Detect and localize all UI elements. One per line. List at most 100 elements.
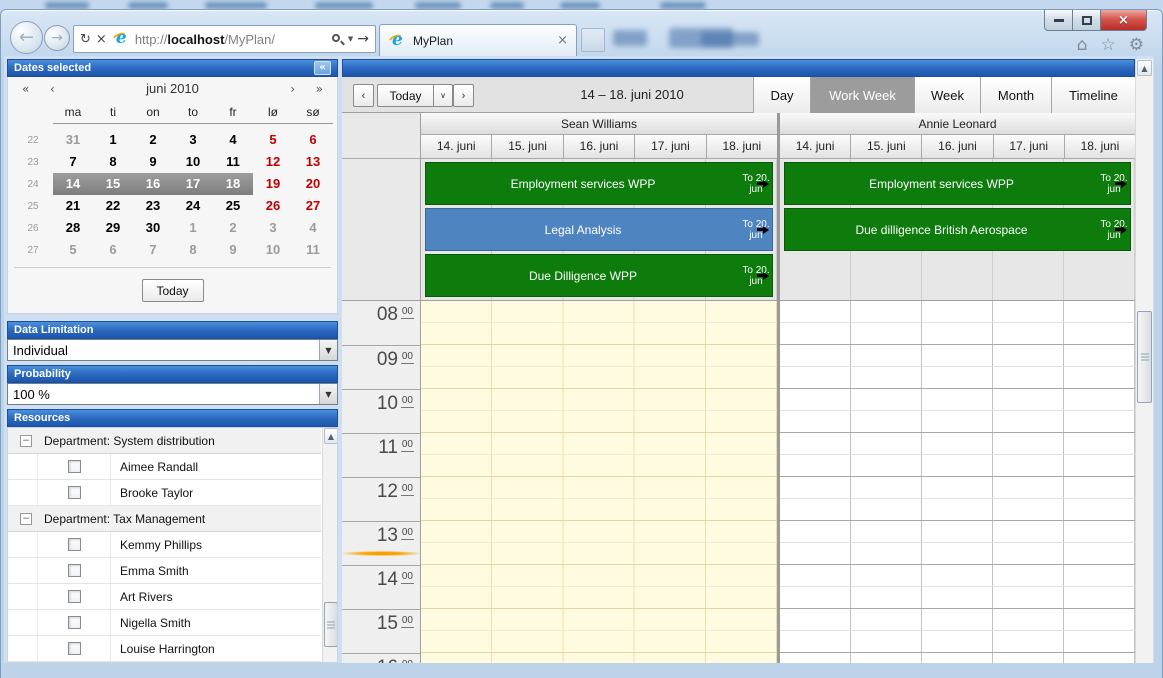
resource-checkbox[interactable]: [68, 486, 81, 499]
calendar-day[interactable]: 6: [93, 239, 133, 261]
calendar-day[interactable]: 11: [293, 239, 333, 261]
day-header[interactable]: 17. juni: [634, 135, 705, 159]
calendar-day[interactable]: 17: [173, 173, 213, 195]
calendar-day[interactable]: 23: [133, 195, 173, 217]
calendar-day[interactable]: 14: [53, 173, 93, 195]
day-header[interactable]: 16. juni: [563, 135, 634, 159]
calendar-today-button[interactable]: Today: [142, 279, 204, 302]
combo-arrow-icon[interactable]: ▼: [319, 384, 337, 404]
resource-checkbox[interactable]: [68, 642, 81, 655]
calendar-day[interactable]: 13: [293, 151, 333, 173]
next-period-button[interactable]: ›: [453, 84, 474, 107]
calendar-day[interactable]: 3: [173, 129, 213, 151]
calendar-day[interactable]: 9: [133, 151, 173, 173]
calendar-day[interactable]: 21: [53, 195, 93, 217]
day-header[interactable]: 17. juni: [993, 135, 1064, 159]
event-bar[interactable]: Legal AnalysisTo 20. jun: [425, 208, 773, 251]
calendar-day[interactable]: 16: [133, 173, 173, 195]
calendar-day[interactable]: 30: [133, 217, 173, 239]
time-grid[interactable]: [421, 301, 777, 663]
back-button[interactable]: ←: [10, 21, 43, 54]
view-tab-month[interactable]: Month: [980, 77, 1051, 113]
day-header[interactable]: 14. juni: [780, 135, 850, 159]
view-tab-day[interactable]: Day: [753, 77, 810, 113]
view-tab-week[interactable]: Week: [914, 77, 980, 113]
calendar-day[interactable]: 8: [173, 239, 213, 261]
calendar-day[interactable]: 27: [293, 195, 333, 217]
calendar-day[interactable]: 7: [133, 239, 173, 261]
time-grid[interactable]: [780, 301, 1135, 663]
calendar-day[interactable]: 2: [213, 217, 253, 239]
view-tab-work-week[interactable]: Work Week: [810, 77, 914, 113]
day-header[interactable]: 14. juni: [421, 135, 491, 159]
calendar-day[interactable]: 12: [253, 151, 293, 173]
search-icon[interactable]: [331, 33, 344, 46]
search-dropdown-icon[interactable]: ▼: [348, 35, 353, 43]
calendar-day[interactable]: 5: [53, 239, 93, 261]
calendar-day[interactable]: 1: [93, 129, 133, 151]
calendar-day[interactable]: 9: [213, 239, 253, 261]
calendar-day[interactable]: 11: [213, 151, 253, 173]
day-header[interactable]: 15. juni: [850, 135, 921, 159]
resource-group-row[interactable]: −Department: Tax Management: [8, 506, 321, 532]
calendar-day[interactable]: 7: [53, 151, 93, 173]
calendar-day[interactable]: 26: [253, 195, 293, 217]
calendar-day[interactable]: 24: [173, 195, 213, 217]
calendar-day[interactable]: 10: [253, 239, 293, 261]
resources-scrollbar[interactable]: ▲: [322, 428, 338, 662]
calendar-day[interactable]: 20: [293, 173, 333, 195]
tab-close-icon[interactable]: ×: [557, 33, 568, 48]
collapse-panel-icon[interactable]: «: [314, 61, 331, 75]
next-month-icon[interactable]: ›: [290, 82, 295, 96]
day-header[interactable]: 16. juni: [921, 135, 992, 159]
resource-checkbox[interactable]: [68, 460, 81, 473]
calendar-day[interactable]: 22: [93, 195, 133, 217]
calendar-day[interactable]: 19: [253, 173, 293, 195]
calendar-day[interactable]: 2: [133, 129, 173, 151]
calendar-day[interactable]: 8: [93, 151, 133, 173]
tree-collapse-icon[interactable]: −: [20, 513, 32, 525]
calendar-day[interactable]: 25: [213, 195, 253, 217]
close-button[interactable]: ×: [1101, 10, 1147, 31]
scroll-up-icon[interactable]: ▲: [1137, 60, 1152, 76]
day-header[interactable]: 15. juni: [491, 135, 562, 159]
calendar-day[interactable]: 3: [253, 217, 293, 239]
resource-checkbox[interactable]: [68, 616, 81, 629]
resource-checkbox[interactable]: [68, 564, 81, 577]
event-bar[interactable]: Due Dilligence WPPTo 20. jun: [425, 254, 773, 297]
scheduler-scrollbar[interactable]: ▲: [1135, 59, 1153, 663]
calendar-day[interactable]: 1: [173, 217, 213, 239]
stop-icon[interactable]: ×: [96, 32, 107, 47]
resource-checkbox[interactable]: [68, 538, 81, 551]
calendar-day[interactable]: 10: [173, 151, 213, 173]
tree-collapse-icon[interactable]: −: [20, 435, 32, 447]
minimize-button[interactable]: [1044, 10, 1073, 31]
home-icon[interactable]: ⌂: [1077, 35, 1088, 55]
tools-gear-icon[interactable]: ⚙: [1129, 35, 1144, 55]
event-bar[interactable]: Due dilligence British AerospaceTo 20. j…: [784, 208, 1131, 251]
day-header[interactable]: 18. juni: [1064, 135, 1135, 159]
view-tab-timeline[interactable]: Timeline: [1051, 77, 1135, 113]
data-limitation-select[interactable]: Individual ▼: [7, 339, 338, 361]
calendar-day[interactable]: 4: [293, 217, 333, 239]
day-header[interactable]: 18. juni: [706, 135, 777, 159]
calendar-day[interactable]: 6: [293, 129, 333, 151]
calendar-day[interactable]: 15: [93, 173, 133, 195]
forward-button[interactable]: →: [44, 25, 70, 51]
event-bar[interactable]: Employment services WPPTo 20. jun: [784, 162, 1131, 205]
combo-arrow-icon[interactable]: ▼: [319, 340, 337, 360]
calendar-day[interactable]: 28: [53, 217, 93, 239]
probability-select[interactable]: 100 % ▼: [7, 383, 338, 405]
calendar-day[interactable]: 4: [213, 129, 253, 151]
scroll-up-icon[interactable]: ▲: [324, 428, 338, 444]
calendar-day[interactable]: 5: [253, 129, 293, 151]
favorites-star-icon[interactable]: ☆: [1101, 35, 1116, 55]
go-icon[interactable]: →: [357, 31, 369, 47]
url-text[interactable]: http://localhost/MyPlan/: [135, 32, 275, 47]
today-dropdown-icon[interactable]: ∨: [434, 84, 453, 107]
address-bar[interactable]: ↻ × e http://localhost/MyPlan/ ▼ →: [73, 25, 376, 53]
scroll-thumb[interactable]: [1137, 311, 1152, 403]
prev-period-button[interactable]: ‹: [353, 84, 374, 107]
calendar-day[interactable]: 31: [53, 129, 93, 151]
next-year-icon[interactable]: »: [316, 82, 323, 96]
